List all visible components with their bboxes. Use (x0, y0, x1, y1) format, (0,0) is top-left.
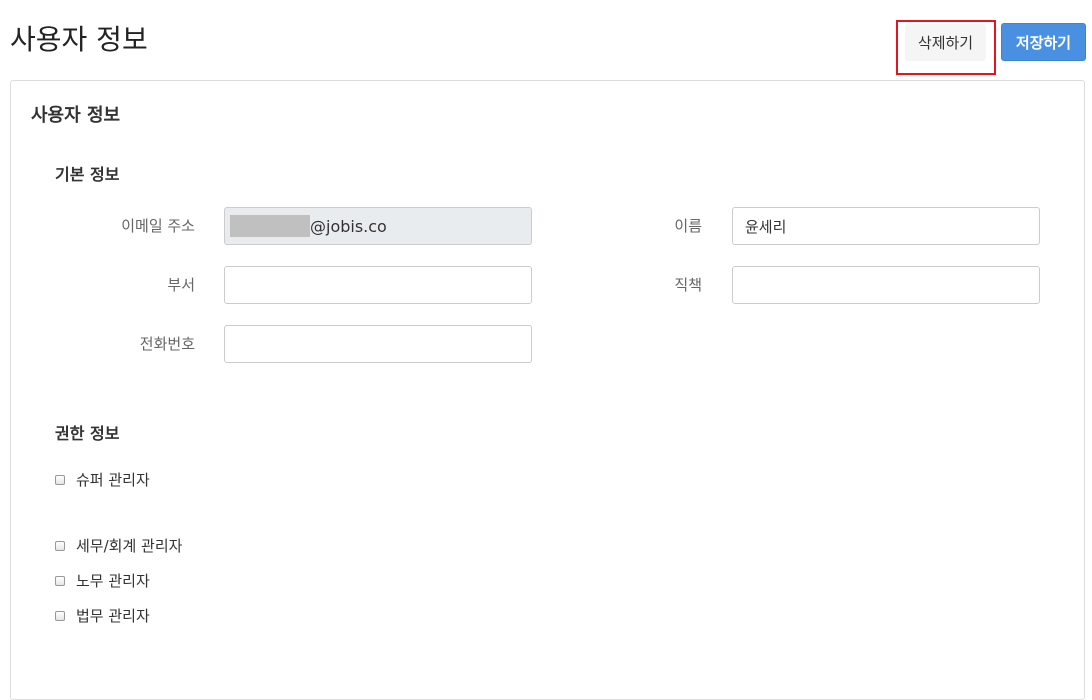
delete-button[interactable]: 삭제하기 (905, 24, 986, 61)
department-input[interactable] (224, 266, 532, 304)
checkbox[interactable] (55, 575, 65, 586)
permission-label: 슈퍼 관리자 (76, 471, 150, 489)
email-redaction (230, 215, 310, 237)
name-input[interactable] (732, 207, 1040, 245)
phone-input[interactable] (224, 325, 532, 363)
save-button[interactable]: 저장하기 (1001, 23, 1086, 61)
position-input[interactable] (732, 266, 1040, 304)
phone-label: 전화번호 (139, 335, 195, 353)
email-domain: @jobis.co (310, 216, 387, 236)
department-label: 부서 (167, 276, 195, 294)
name-label: 이름 (674, 217, 702, 235)
checkbox[interactable] (55, 610, 65, 621)
position-label: 직책 (674, 276, 702, 294)
permission-labor-admin[interactable]: 노무 관리자 (55, 570, 150, 591)
permission-label: 법무 관리자 (76, 607, 150, 625)
permission-label: 세무/회계 관리자 (76, 537, 183, 555)
permission-tax-accounting-admin[interactable]: 세무/회계 관리자 (55, 535, 182, 556)
checkbox[interactable] (55, 540, 65, 551)
permissions-title: 권한 정보 (55, 424, 120, 443)
permission-legal-admin[interactable]: 법무 관리자 (55, 605, 150, 626)
checkbox[interactable] (55, 474, 65, 485)
permission-label: 노무 관리자 (76, 572, 150, 590)
permission-super-admin[interactable]: 슈퍼 관리자 (55, 469, 150, 490)
email-field: @jobis.co (224, 207, 532, 245)
email-label: 이메일 주소 (121, 217, 195, 235)
panel-title: 사용자 정보 (31, 105, 121, 126)
page-title: 사용자 정보 (10, 23, 148, 56)
basic-info-title: 기본 정보 (55, 165, 120, 184)
user-info-panel: 사용자 정보 기본 정보 이메일 주소 @jobis.co 이름 부서 직책 전… (10, 80, 1085, 700)
